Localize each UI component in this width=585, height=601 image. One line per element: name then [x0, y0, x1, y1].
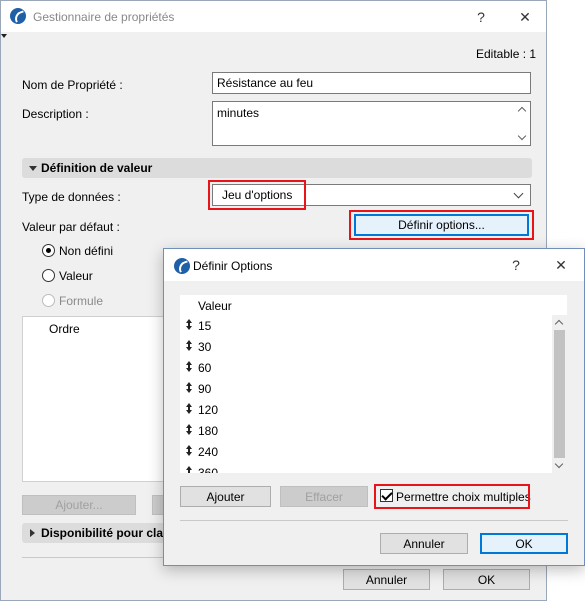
default-value-label: Valeur par défaut :: [22, 220, 120, 234]
add-option-button[interactable]: Ajouter: [180, 486, 271, 507]
dialog-title: Définir Options: [193, 259, 273, 273]
app-logo-icon: [174, 258, 190, 274]
list-item[interactable]: 240: [180, 441, 552, 462]
title-bar: Gestionnaire de propriétés ? ✕: [1, 1, 546, 32]
list-header-value: Valeur: [198, 299, 232, 313]
define-options-dialog: Définir Options ? ✕ Valeur 15 30 60 90 1…: [163, 248, 585, 566]
dialog-divider: [180, 520, 568, 521]
description-text: minutes: [217, 106, 260, 120]
list-item[interactable]: 15: [180, 315, 552, 336]
scroll-up-icon[interactable]: [517, 106, 527, 116]
drag-handle-icon[interactable]: [185, 424, 193, 436]
radio-undefined[interactable]: [42, 244, 55, 257]
scroll-down-icon[interactable]: [554, 459, 564, 469]
radio-value-label: Valeur: [59, 269, 93, 283]
option-value: 120: [198, 403, 219, 417]
close-button[interactable]: ✕: [515, 7, 535, 27]
option-value: 360: [198, 466, 219, 473]
help-button[interactable]: ?: [471, 7, 491, 27]
options-scrollbar[interactable]: [552, 315, 567, 473]
add-value-button[interactable]: Ajouter...: [22, 495, 136, 515]
multi-choice-checkbox[interactable]: [380, 489, 393, 502]
editable-count: Editable : 1: [476, 47, 537, 61]
drag-handle-icon[interactable]: [185, 361, 193, 373]
ok-button[interactable]: OK: [443, 569, 530, 590]
option-value: 180: [198, 424, 219, 438]
multi-choice-label[interactable]: Permettre choix multiples: [396, 490, 531, 504]
list-item[interactable]: 180: [180, 420, 552, 441]
list-item[interactable]: 360: [180, 462, 552, 473]
chevron-down-icon: [513, 188, 524, 199]
options-rows: 15 30 60 90 120 180 240 360: [180, 315, 552, 473]
drag-handle-icon[interactable]: [185, 445, 193, 457]
description-scrollbar[interactable]: [515, 102, 530, 145]
radio-value[interactable]: [42, 269, 55, 282]
list-item[interactable]: 60: [180, 357, 552, 378]
section-title: Disponibilité pour class: [41, 526, 177, 540]
collapse-arrow-icon[interactable]: [1, 34, 7, 38]
cancel-button[interactable]: Annuler: [343, 569, 430, 590]
description-label: Description :: [22, 107, 89, 121]
dialog-title-bar: Définir Options ? ✕: [164, 249, 584, 281]
drag-handle-icon[interactable]: [185, 403, 193, 415]
name-label: Nom de Propriété :: [22, 78, 123, 92]
order-list[interactable]: Ordre: [22, 316, 172, 482]
section-title: Définition de valeur: [41, 161, 153, 175]
list-item[interactable]: 120: [180, 399, 552, 420]
data-type-select[interactable]: Jeu d'options: [212, 184, 531, 206]
description-input[interactable]: minutes: [212, 101, 531, 146]
expand-triangle-icon: [30, 529, 35, 537]
data-type-label: Type de données :: [22, 190, 121, 204]
window-title: Gestionnaire de propriétés: [33, 10, 175, 24]
scroll-down-icon[interactable]: [517, 131, 527, 141]
option-value: 30: [198, 340, 212, 354]
option-value: 90: [198, 382, 212, 396]
drag-handle-icon[interactable]: [185, 319, 193, 331]
radio-formula-label: Formule: [59, 294, 104, 308]
scroll-thumb[interactable]: [554, 330, 565, 458]
dialog-cancel-button[interactable]: Annuler: [380, 533, 468, 554]
property-name-input[interactable]: [212, 72, 531, 94]
define-options-button[interactable]: Définir options...: [354, 214, 529, 236]
value-definition-section[interactable]: Définition de valeur: [22, 158, 532, 178]
scroll-up-icon[interactable]: [554, 319, 564, 329]
drag-handle-icon[interactable]: [185, 340, 193, 352]
dialog-ok-button[interactable]: OK: [480, 533, 568, 554]
drag-handle-icon[interactable]: [185, 382, 193, 394]
dialog-close-button[interactable]: ✕: [551, 255, 571, 275]
option-value: 240: [198, 445, 219, 459]
app-logo-icon: [10, 8, 26, 24]
clear-option-button[interactable]: Effacer: [280, 486, 368, 507]
order-column-header: Ordre: [49, 322, 80, 336]
radio-undefined-label: Non défini: [59, 244, 114, 258]
data-type-value: Jeu d'options: [222, 188, 293, 202]
radio-formula[interactable]: [42, 294, 55, 307]
expand-triangle-icon: [29, 166, 37, 171]
list-item[interactable]: 30: [180, 336, 552, 357]
option-value: 15: [198, 319, 212, 333]
drag-handle-icon[interactable]: [185, 466, 193, 473]
option-value: 60: [198, 361, 212, 375]
options-list[interactable]: Valeur 15 30 60 90 120 180 240 360: [180, 295, 567, 473]
list-item[interactable]: 90: [180, 378, 552, 399]
dialog-help-button[interactable]: ?: [506, 255, 526, 275]
